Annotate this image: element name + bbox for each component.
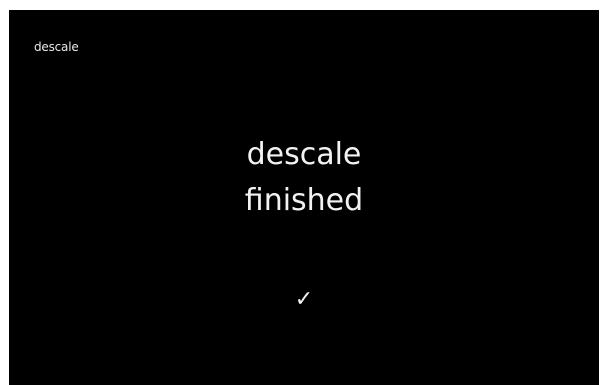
status-message-line-1: descale	[246, 137, 362, 172]
status-message-line-2: finished	[244, 183, 364, 218]
status-message: descale finished	[9, 132, 599, 224]
screen-title: descale	[34, 40, 79, 54]
device-screen: descale descale finished ✓	[9, 10, 599, 385]
checkmark-icon: ✓	[294, 287, 314, 312]
